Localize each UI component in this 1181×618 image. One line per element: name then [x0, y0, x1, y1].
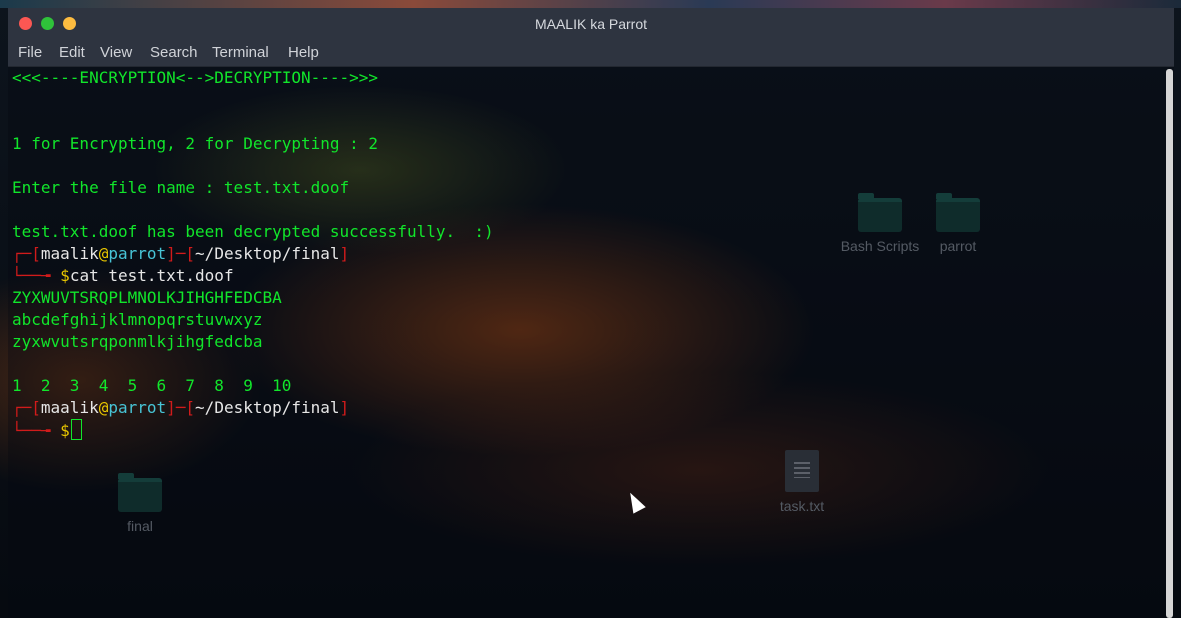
prompt-user: maalik: [40, 398, 99, 417]
output-line: zyxwvutsrqponmlkjihgfedcba: [12, 332, 263, 351]
prompt-user: maalik: [40, 244, 99, 263]
output-line: ZYXWUVTSRQPLMNOLKJIHGHFEDCBA: [12, 288, 282, 307]
prompt-path: ~/Desktop/final: [195, 398, 340, 417]
command-text: cat test.txt.doof: [69, 266, 234, 285]
output-line: 1 2 3 4 5 6 7 8 9 10: [12, 376, 292, 395]
prompt-at: @: [98, 398, 109, 417]
title-bar[interactable]: MAALIK ka Parrot: [8, 8, 1174, 39]
prompt-host: parrot: [108, 244, 167, 263]
terminal-output[interactable]: <<<----ENCRYPTION<-->DECRYPTION---->>> 1…: [8, 67, 1164, 618]
output-line: abcdefghijklmnopqrstuvwxyz: [12, 310, 263, 329]
banner-line: <<<----ENCRYPTION<-->DECRYPTION---->>>: [12, 68, 379, 87]
menu-terminal[interactable]: Terminal: [212, 44, 269, 61]
wallpaper-top-strip: [0, 0, 1181, 8]
menu-search[interactable]: Search: [150, 44, 198, 61]
terminal-window: MAALIK ka Parrot File Edit View Search T…: [8, 8, 1174, 618]
text-cursor: [70, 419, 82, 440]
prompt-host: parrot: [108, 398, 167, 417]
active-command-line[interactable]: └──╼ $: [12, 419, 82, 441]
prompt-symbol: $: [60, 266, 70, 285]
menu-view[interactable]: View: [100, 44, 132, 61]
menu-file[interactable]: File: [18, 44, 42, 61]
command-line: └──╼ $cat test.txt.doof: [12, 266, 234, 285]
success-line: test.txt.doof has been decrypted success…: [12, 222, 494, 241]
menu-help[interactable]: Help: [288, 44, 319, 61]
menu-edit[interactable]: Edit: [59, 44, 85, 61]
prompt-line: ┌─[maalik@parrot]─[~/Desktop/final]: [12, 398, 350, 417]
terminal-scrollbar[interactable]: [1166, 69, 1173, 618]
window-title: MAALIK ka Parrot: [534, 16, 648, 32]
file-prompt-line: Enter the file name : test.txt.doof: [12, 178, 350, 197]
menu-bar: File Edit View Search Terminal Help: [8, 39, 1174, 67]
prompt-line: ┌─[maalik@parrot]─[~/Desktop/final]: [12, 244, 350, 263]
prompt-path: ~/Desktop/final: [195, 244, 340, 263]
prompt-at: @: [98, 244, 109, 263]
prompt-symbol: $: [60, 421, 70, 440]
choice-line: 1 for Encrypting, 2 for Decrypting : 2: [12, 134, 379, 153]
